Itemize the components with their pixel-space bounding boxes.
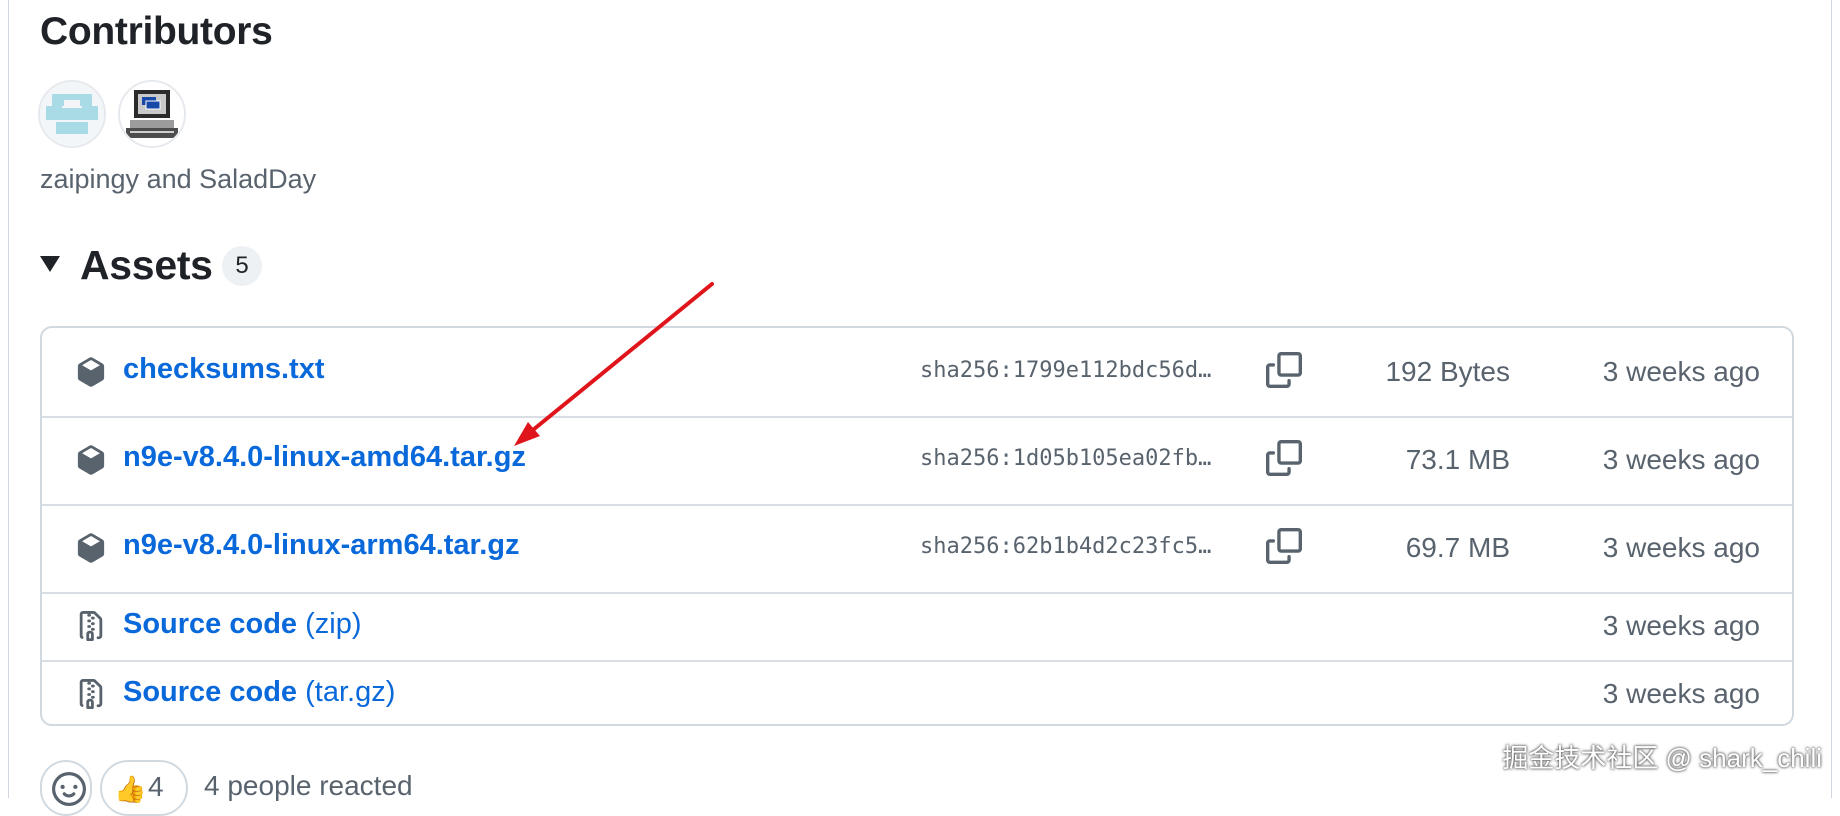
triangle-down-icon[interactable] [40, 256, 60, 272]
asset-size: 73.1 MB [1405, 444, 1510, 475]
assets-count-badge: 5 [222, 246, 262, 286]
copy-icon[interactable] [1266, 352, 1302, 388]
copy-icon[interactable] [1266, 528, 1302, 564]
asset-sha: sha256:1799e112bdc56d… [920, 358, 1212, 383]
contributors-title: Contributors [40, 10, 273, 53]
computer-icon [120, 82, 184, 146]
source-format-label: (zip) [297, 608, 362, 640]
source-code-label: Source code [123, 676, 298, 708]
asset-size: 192 Bytes [1385, 356, 1510, 387]
asset-time: 3 weeks ago [1602, 444, 1760, 475]
asset-time: 3 weeks ago [1602, 678, 1760, 709]
asset-name-link[interactable]: n9e-v8.4.0-linux-arm64.tar.gz [123, 529, 520, 562]
file-zip-icon [76, 679, 106, 709]
asset-time: 3 weeks ago [1602, 532, 1760, 563]
avatar-saladday[interactable] [118, 80, 186, 148]
file-zip-icon [76, 611, 106, 641]
source-zip-link[interactable]: Source code (zip) [123, 608, 362, 641]
thumbs-up-count: 4 [148, 771, 164, 802]
asset-time: 3 weeks ago [1602, 610, 1760, 641]
asset-time: 3 weeks ago [1602, 356, 1760, 387]
package-icon [76, 357, 106, 387]
watermark: 掘金技术社区 @ shark_chili [1502, 743, 1822, 773]
asset-size: 69.7 MB [1405, 532, 1510, 563]
thumbs-up-reaction-button[interactable]: 👍 4 [100, 760, 188, 816]
asset-row: n9e-v8.4.0-linux-arm64.tar.gz sha256:62b… [42, 504, 1792, 592]
package-icon [76, 445, 106, 475]
asset-sha: sha256:62b1b4d2c23fc5… [920, 534, 1212, 559]
package-icon [76, 533, 106, 563]
source-targz-link[interactable]: Source code (tar.gz) [123, 676, 395, 709]
asset-sha: sha256:1d05b105ea02fb… [920, 446, 1212, 471]
copy-icon[interactable] [1266, 440, 1302, 476]
asset-name-link[interactable]: checksums.txt [123, 353, 325, 386]
asset-row: Source code (tar.gz) 3 weeks ago [42, 660, 1792, 724]
add-reaction-button[interactable] [40, 760, 92, 816]
assets-list: checksums.txt sha256:1799e112bdc56d… 192… [40, 326, 1794, 726]
asset-row: Source code (zip) 3 weeks ago [42, 592, 1792, 660]
identicon-icon [40, 82, 104, 146]
asset-row: n9e-v8.4.0-linux-amd64.tar.gz sha256:1d0… [42, 416, 1792, 504]
smiley-icon [52, 772, 86, 806]
contributors-names: zaipingy and SaladDay [40, 164, 317, 194]
asset-name-link[interactable]: n9e-v8.4.0-linux-amd64.tar.gz [123, 441, 526, 474]
asset-row: checksums.txt sha256:1799e112bdc56d… 192… [42, 328, 1792, 416]
assets-title: Assets [80, 242, 213, 288]
source-code-label: Source code [123, 608, 298, 640]
avatar-zaipingy[interactable] [38, 80, 106, 148]
reaction-summary: 4 people reacted [204, 770, 413, 801]
source-format-label: (tar.gz) [297, 676, 396, 708]
